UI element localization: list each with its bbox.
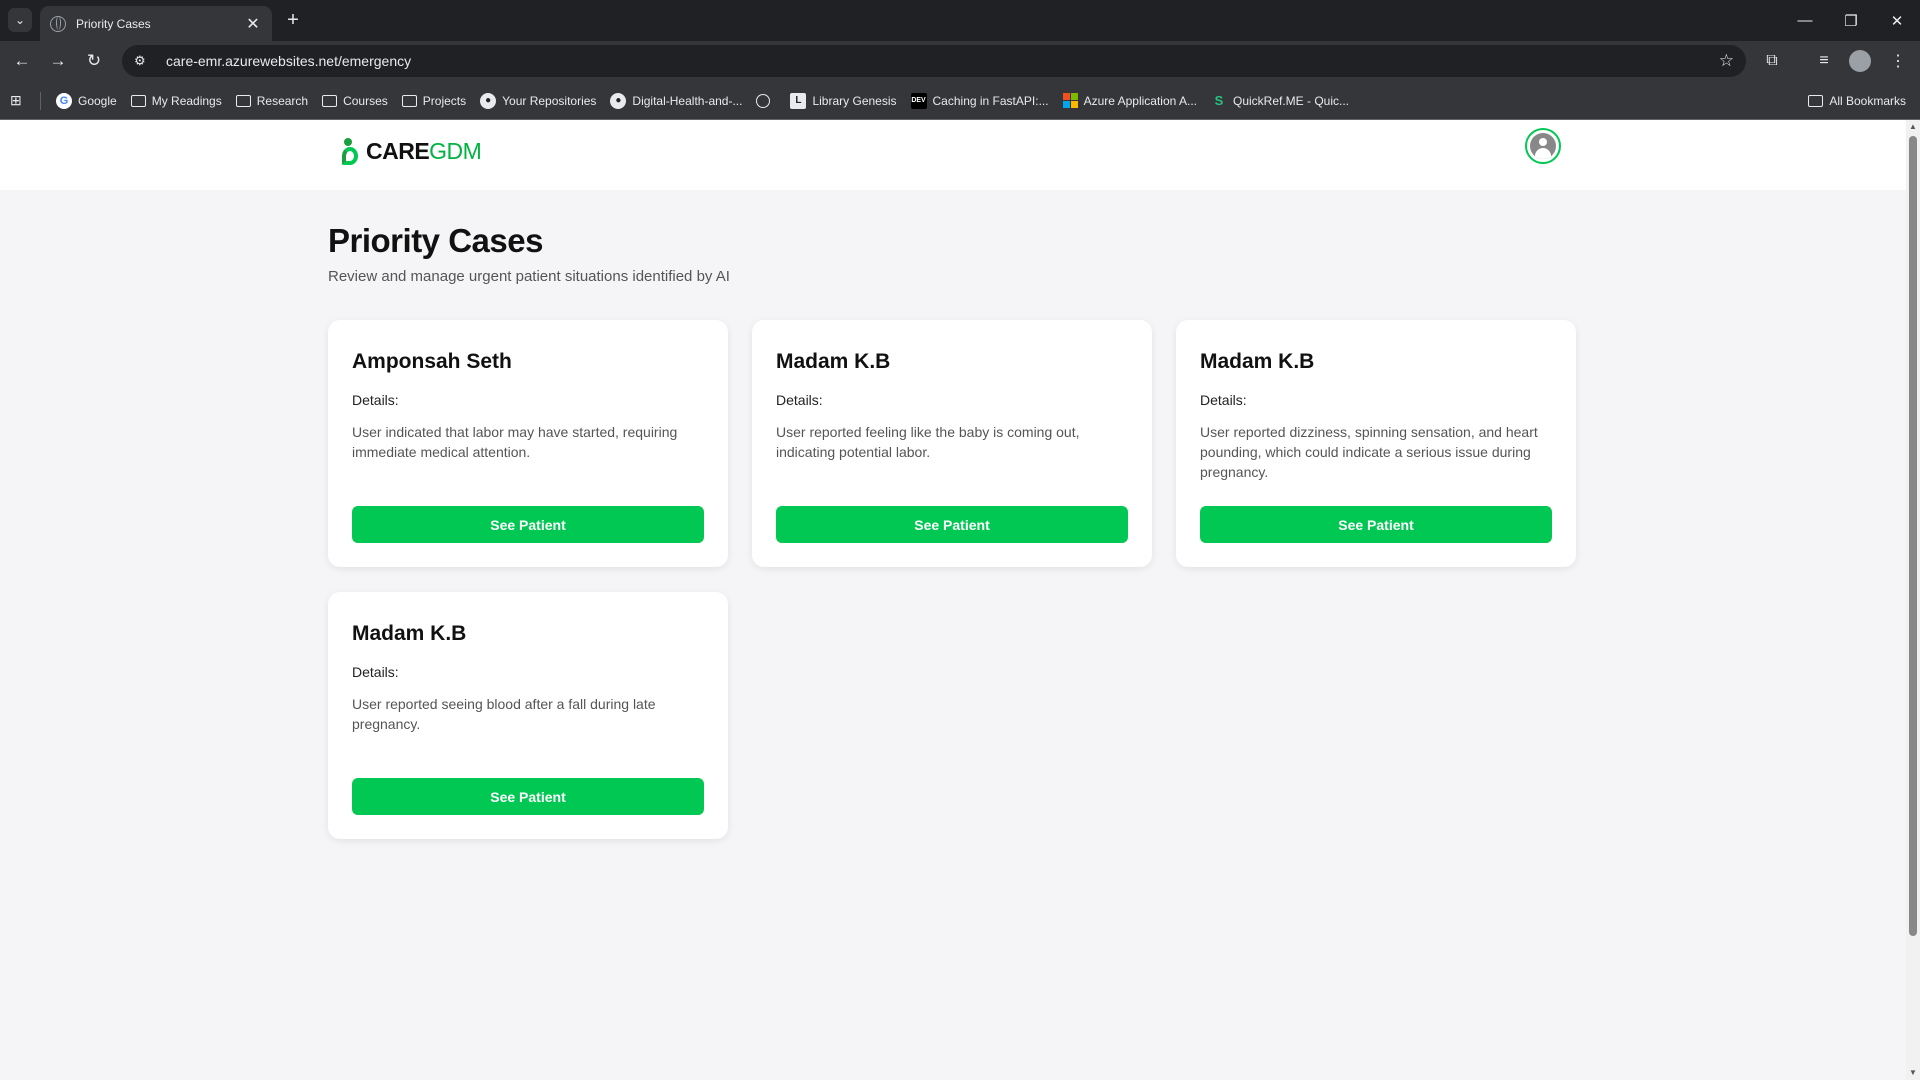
case-card: Madam K.B Details: User reported seeing … [328,592,728,839]
bookmark-label: Courses [343,93,388,108]
globe-icon [50,15,66,32]
bookmark-label: Projects [422,93,467,108]
bookmark-item[interactable]: S QuickRef.ME - Quic... [1211,93,1349,109]
scroll-up-arrow-icon[interactable]: ▲ [1906,120,1920,134]
bookmark-label: Azure Application A... [1083,93,1197,108]
bookmark-item[interactable]: Projects [401,93,467,108]
bookmark-item[interactable]: G Google [56,92,117,109]
forward-arrow-icon[interactable]: → [46,49,70,73]
bookmark-label: Research [256,93,309,108]
restore-icon[interactable]: ❐ [1828,0,1874,41]
extensions-icon[interactable]: ⧉ [1760,49,1784,73]
browser-toolbar: ← → ↻ ⚙ care-emr.azurewebsites.net/emerg… [0,41,1920,81]
microsoft-icon [1062,93,1078,108]
bookmark-item[interactable]: Azure Application A... [1062,93,1197,108]
google-icon: G [56,92,72,109]
bookmark-label: Library Genesis [812,93,897,108]
details-label: Details: [1200,392,1247,408]
case-details: User reported dizziness, spinning sensat… [1200,424,1538,480]
bookmark-label: Caching in FastAPI:... [932,93,1049,108]
apps-grid-icon[interactable]: ⊞ [10,92,22,109]
bookmark-label: Google [78,93,117,108]
folder-icon [235,94,251,107]
folder-icon [1808,94,1824,107]
logo-gdm-text: GDM [429,137,482,164]
patient-name: Madam K.B [352,622,467,645]
url-text[interactable]: care-emr.azurewebsites.net/emergency [166,53,411,69]
reading-list-icon[interactable]: ≡ [1812,49,1836,73]
all-bookmarks-label: All Bookmarks [1829,93,1906,108]
address-bar[interactable]: ⚙ care-emr.azurewebsites.net/emergency ☆ [122,45,1746,77]
see-patient-button[interactable]: See Patient [1200,506,1552,543]
patient-name: Amponsah Seth [352,350,512,373]
details-label: Details: [776,392,823,408]
github-icon: ● [480,92,497,109]
page-subtitle: Review and manage urgent patient situati… [328,268,730,285]
window-close-icon[interactable]: ✕ [1874,0,1920,41]
case-card: Madam K.B Details: User reported dizzine… [1176,320,1576,567]
bookmarks-list: G Google My Readings Research Courses Project… [56,81,1349,120]
details-label: Details: [352,664,399,680]
bookmark-item[interactable]: DEV Caching in FastAPI:... [910,92,1049,109]
bookmark-item[interactable]: ● Your Repositories [480,92,597,109]
case-card: Madam K.B Details: User reported feeling… [752,320,1152,567]
logo-care-text: CARE [366,137,430,164]
reload-icon[interactable]: ↻ [82,49,106,73]
bookmark-item[interactable]: L Library Genesis [790,92,897,109]
patient-name: Madam K.B [1200,350,1315,373]
see-patient-button[interactable]: See Patient [776,506,1128,543]
bookmark-item[interactable]: Research [235,93,309,108]
page-scrollbar[interactable]: ▲ ▼ [1906,120,1920,1080]
user-avatar-icon [1530,133,1556,159]
page-title: Priority Cases [328,222,543,259]
bookmark-item[interactable]: My Readings [130,93,222,108]
profile-avatar-icon[interactable] [1849,50,1871,72]
close-icon[interactable]: ✕ [244,14,262,34]
details-label: Details: [352,392,399,408]
caregdm-logo[interactable]: CARE GDM [342,134,482,168]
bookmarks-divider [40,92,41,110]
new-tab-button[interactable]: + [282,9,304,31]
github-icon: ● [610,92,627,109]
all-bookmarks-button[interactable]: All Bookmarks [1808,81,1906,120]
folder-icon [130,94,146,107]
bookmark-star-icon[interactable]: ☆ [1719,51,1734,71]
bookmark-item[interactable]: Courses [322,94,388,108]
bookmark-label: Your Repositories [502,93,597,108]
site-info-icon[interactable]: ⚙ [134,53,154,69]
bookmark-item[interactable] [756,93,776,108]
menu-kebab-icon[interactable]: ⋮ [1886,49,1910,73]
bookmarks-bar: ⊞ G Google My Readings Research Courses Proje… [0,81,1920,120]
tab-title: Priority Cases [76,16,151,31]
tab-priority-cases[interactable]: Priority Cases ✕ [40,6,272,41]
case-details: User indicated that labor may have start… [352,424,678,460]
patient-name: Madam K.B [776,350,891,373]
folder-icon [401,94,417,107]
quickref-icon: S [1214,92,1224,108]
page-viewport: CARE GDM Priority Cases Review and manag… [0,120,1906,1080]
bookmark-label: My Readings [151,93,222,108]
case-details: User reported feeling like the baby is c… [776,424,1080,460]
logo-mother-icon [342,136,362,166]
bookmark-label: Digital-Health-and-... [632,93,743,108]
see-patient-button[interactable]: See Patient [352,778,704,815]
see-patient-button[interactable]: See Patient [352,506,704,543]
folder-icon [322,94,338,107]
back-arrow-icon[interactable]: ← [10,49,34,73]
app-header: CARE GDM [0,120,1906,190]
case-details: User reported seeing blood after a fall … [352,696,656,732]
minimize-icon[interactable]: — [1782,0,1828,41]
user-profile-button[interactable] [1525,128,1561,164]
library-icon: L [790,92,807,109]
globe-icon [756,93,771,108]
bookmark-item[interactable]: ● Digital-Health-and-... [610,92,743,109]
scrollbar-thumb[interactable] [1909,136,1917,936]
dev-icon: DEV [910,92,927,109]
tab-strip: ⌄ Priority Cases ✕ + — ❐ ✕ [0,0,1920,41]
case-card: Amponsah Seth Details: User indicated th… [328,320,728,567]
tab-search-chevron-icon[interactable]: ⌄ [8,8,32,32]
scroll-down-arrow-icon[interactable]: ▼ [1906,1066,1920,1080]
bookmark-label: QuickRef.ME - Quic... [1232,93,1350,108]
